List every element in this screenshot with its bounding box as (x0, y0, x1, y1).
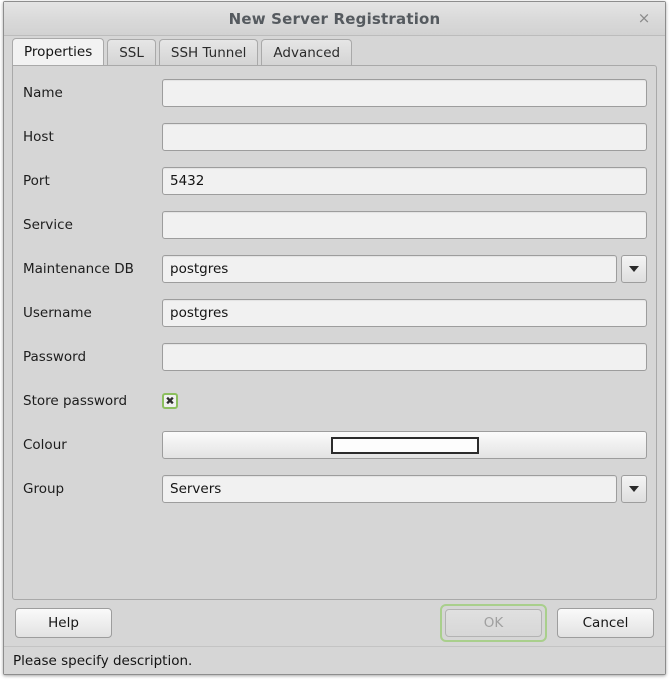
row-port: Port (13, 166, 656, 196)
host-input[interactable] (162, 123, 647, 151)
host-field-wrap (162, 123, 647, 151)
ok-button-focus-ring: OK (440, 604, 547, 642)
properties-panel: Name Host Port Service (12, 65, 657, 600)
chevron-down-icon (629, 486, 639, 492)
tab-ssl[interactable]: SSL (107, 39, 156, 65)
row-colour: Colour (13, 430, 656, 460)
tab-ssh-tunnel-label: SSH Tunnel (170, 44, 247, 61)
tab-properties[interactable]: Properties (12, 38, 105, 65)
new-server-registration-dialog: New Server Registration × Properties SSL… (3, 1, 666, 675)
row-service: Service (13, 210, 656, 240)
tab-properties-label: Properties (24, 44, 93, 60)
row-name: Name (13, 78, 656, 108)
chevron-down-icon (629, 266, 639, 272)
store-password-field-wrap: ✖ (162, 387, 647, 415)
row-store-password: Store password ✖ (13, 386, 656, 416)
port-label: Port (23, 173, 50, 189)
maintenance-db-combobox[interactable]: postgres (162, 255, 647, 283)
row-password: Password (13, 342, 656, 372)
group-dropdown-button[interactable] (621, 475, 647, 503)
dialog-button-bar: Help OK Cancel (4, 600, 665, 646)
help-button[interactable]: Help (15, 608, 112, 638)
maintenance-db-label: Maintenance DB (23, 261, 134, 277)
colour-swatch (330, 436, 479, 454)
group-label: Group (23, 481, 65, 497)
screen: New Server Registration × Properties SSL… (0, 0, 671, 682)
store-password-checkbox[interactable]: ✖ (162, 393, 178, 409)
cancel-button[interactable]: Cancel (557, 608, 654, 638)
maintenance-db-field-wrap: postgres (162, 255, 647, 283)
status-bar: Please specify description. (4, 646, 665, 674)
maintenance-db-dropdown-button[interactable] (621, 255, 647, 283)
checkmark-icon: ✖ (165, 394, 175, 407)
tab-ssh-tunnel[interactable]: SSH Tunnel (158, 39, 259, 65)
row-username: Username (13, 298, 656, 328)
password-input[interactable] (162, 343, 647, 371)
tab-bar: Properties SSL SSH Tunnel Advanced (4, 36, 665, 65)
ok-button[interactable]: OK (445, 609, 542, 637)
password-field-wrap (162, 343, 647, 371)
row-maintenance-db: Maintenance DB postgres (13, 254, 656, 284)
window-title: New Server Registration (228, 9, 441, 28)
service-input[interactable] (162, 211, 647, 239)
titlebar: New Server Registration × (4, 2, 665, 36)
password-label: Password (23, 349, 87, 365)
service-label: Service (23, 217, 73, 233)
close-icon[interactable]: × (635, 10, 653, 28)
tab-ssl-label: SSL (119, 44, 144, 61)
colour-picker-button[interactable] (162, 431, 647, 459)
store-password-label: Store password (23, 393, 128, 409)
port-field-wrap (162, 167, 647, 195)
group-field-wrap: Servers (162, 475, 647, 503)
row-group: Group Servers (13, 474, 656, 504)
tab-advanced-label: Advanced (273, 44, 341, 61)
service-field-wrap (162, 211, 647, 239)
colour-field-wrap (162, 431, 647, 459)
status-message: Please specify description. (13, 652, 193, 669)
name-label: Name (23, 85, 63, 101)
tab-advanced[interactable]: Advanced (261, 39, 353, 65)
username-label: Username (23, 305, 92, 321)
maintenance-db-value[interactable]: postgres (162, 255, 617, 283)
username-input[interactable] (162, 299, 647, 327)
host-label: Host (23, 129, 54, 145)
name-input[interactable] (162, 79, 647, 107)
port-input[interactable] (162, 167, 647, 195)
row-host: Host (13, 122, 656, 152)
name-field-wrap (162, 79, 647, 107)
colour-label: Colour (23, 437, 67, 453)
username-field-wrap (162, 299, 647, 327)
group-combobox[interactable]: Servers (162, 475, 647, 503)
group-value[interactable]: Servers (162, 475, 617, 503)
